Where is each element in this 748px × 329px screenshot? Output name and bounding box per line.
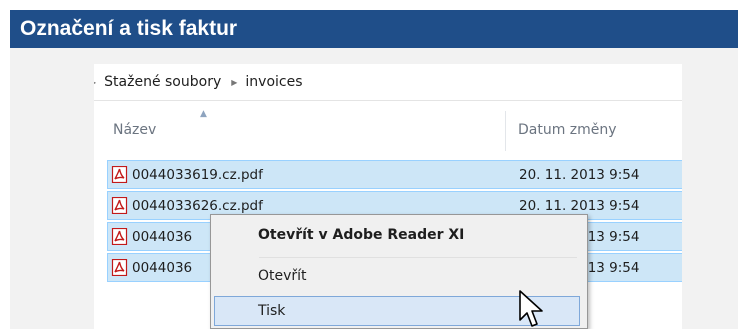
- file-name: 0044036: [132, 260, 193, 276]
- mouse-pointer-icon: [519, 290, 543, 327]
- menu-separator: [259, 257, 577, 258]
- file-name: 0044033626.cz.pdf: [132, 198, 263, 214]
- file-date: 20. 11. 2013 9:54: [519, 198, 640, 214]
- pdf-file-icon: [111, 259, 128, 276]
- page-title: Označení a tisk faktur: [10, 10, 738, 48]
- sort-ascending-icon: ▲: [200, 109, 207, 119]
- pdf-file-icon: [111, 166, 128, 183]
- breadcrumb-item-downloads[interactable]: Stažené soubory: [104, 74, 221, 90]
- breadcrumb: ▶ Stažené soubory ▶ invoices: [94, 64, 682, 101]
- column-headers: ▲ Název Datum změny: [94, 101, 682, 161]
- column-header-date[interactable]: Datum změny: [518, 122, 617, 138]
- column-header-name[interactable]: Název: [113, 122, 156, 138]
- menu-item-open[interactable]: Otevřít: [214, 261, 580, 291]
- pdf-file-icon: [111, 228, 128, 245]
- menu-item-open-adobe-reader[interactable]: Otevřít v Adobe Reader XI: [214, 220, 580, 250]
- file-name: 0044033619.cz.pdf: [132, 167, 263, 183]
- pdf-file-icon: [111, 197, 128, 214]
- chevron-right-icon[interactable]: ▶: [94, 78, 96, 87]
- chevron-right-icon[interactable]: ▶: [231, 78, 237, 87]
- file-name: 0044036: [132, 229, 193, 245]
- breadcrumb-item-invoices[interactable]: invoices: [245, 74, 302, 90]
- file-date: 20. 11. 2013 9:54: [519, 167, 640, 183]
- column-divider[interactable]: [505, 111, 506, 151]
- file-row[interactable]: 0044033619.cz.pdf 20. 11. 2013 9:54: [107, 160, 682, 189]
